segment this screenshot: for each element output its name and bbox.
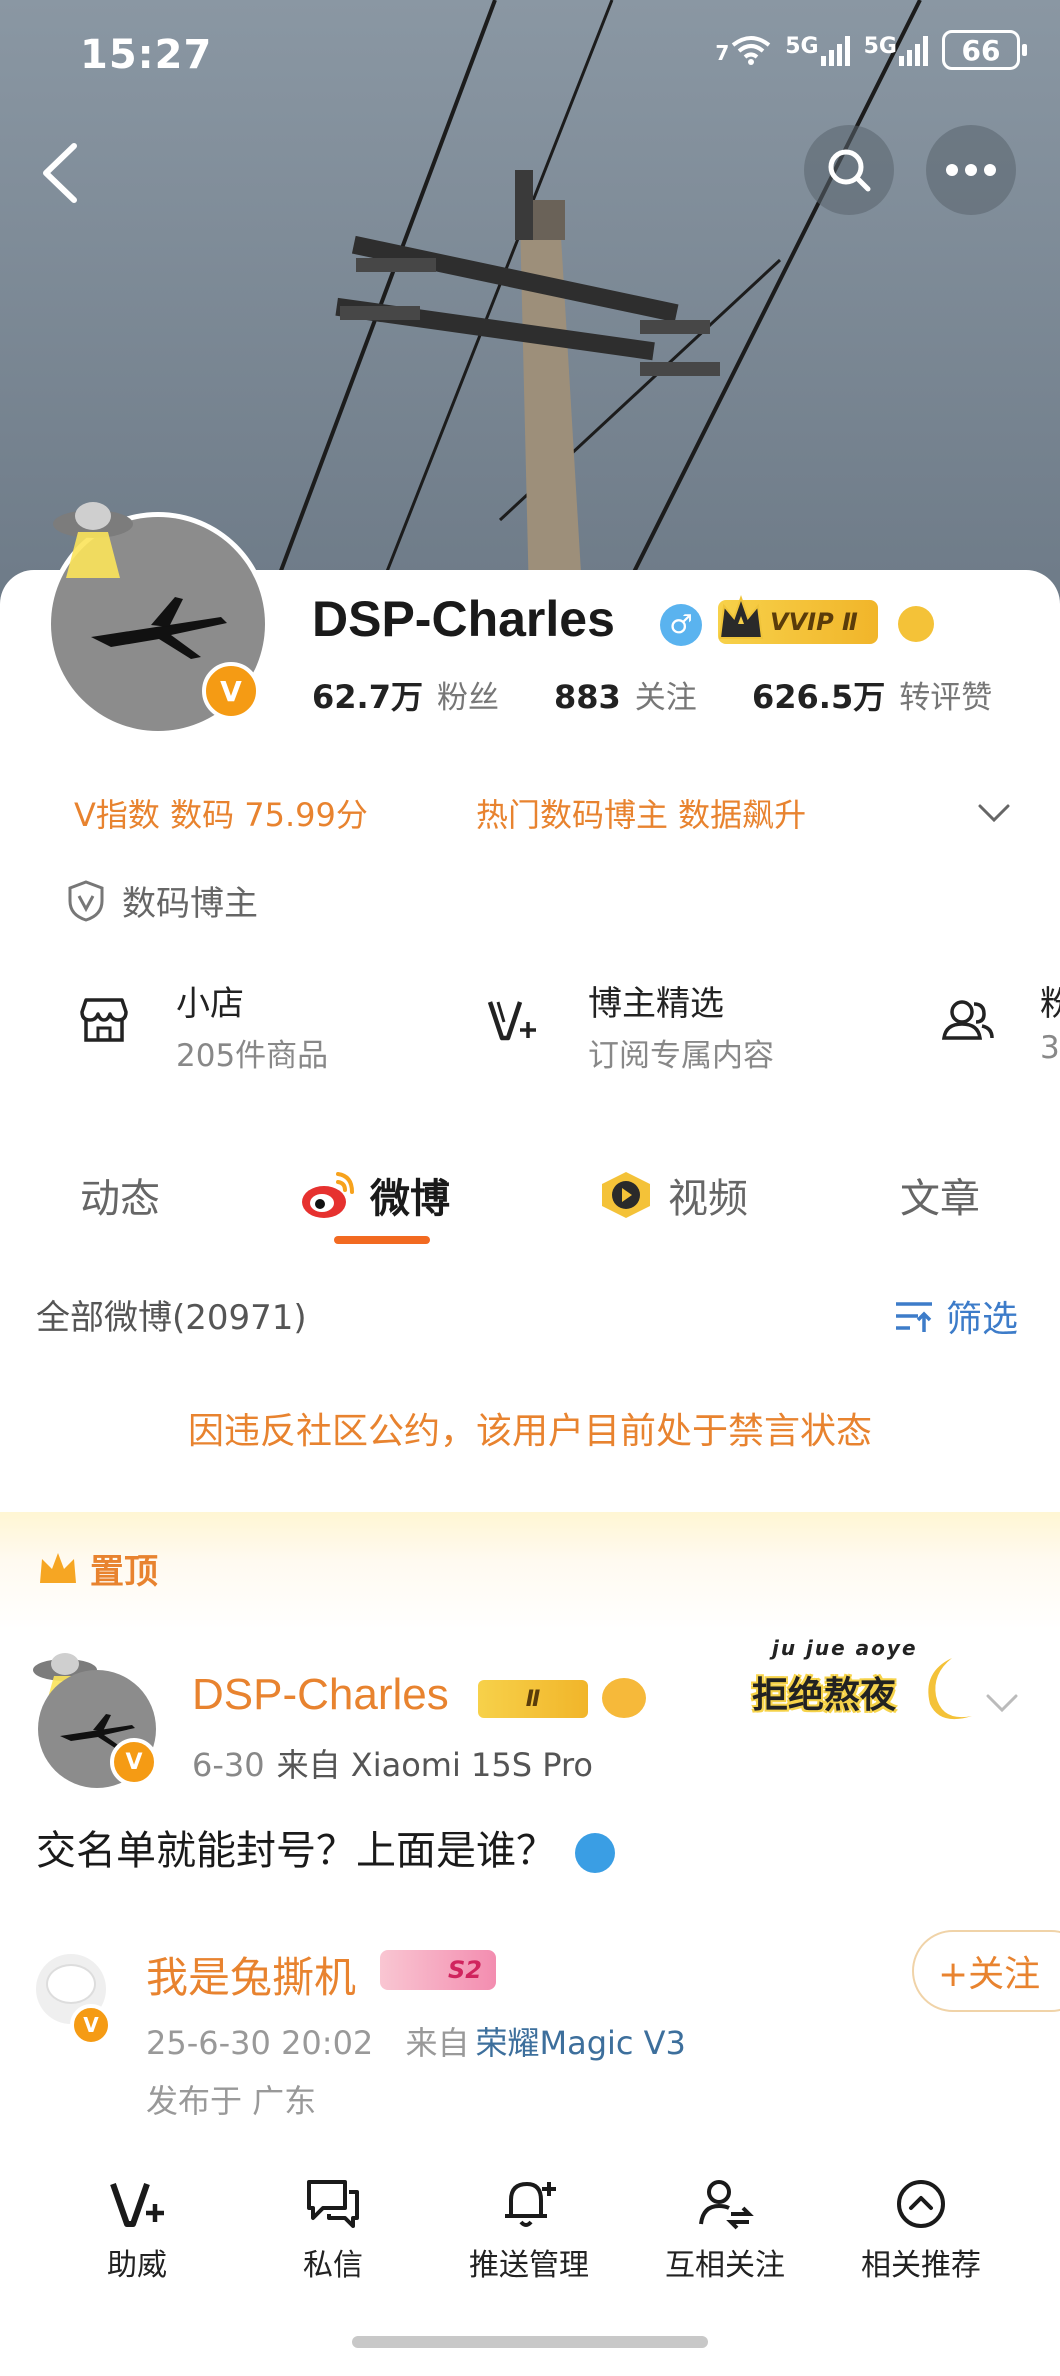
- status-icons: 7 5G 5G 66: [715, 30, 1027, 70]
- chevron-left-icon: [43, 143, 77, 203]
- related-recommend-button[interactable]: 相关推荐: [826, 2174, 1016, 2284]
- signal-icon-1: 5G: [785, 34, 850, 66]
- post-meta: 6-30 来自 Xiaomi 15S Pro: [192, 1746, 594, 1784]
- chevron-up-circle-icon: [897, 2180, 945, 2228]
- shield-v-icon: [68, 879, 104, 922]
- post-author-badge: Ⅱ: [478, 1680, 588, 1718]
- hot-blogger-tag[interactable]: 热门数码博主 数据飙升: [476, 790, 806, 836]
- crown-icon: [40, 1552, 76, 1583]
- post-text[interactable]: 交名单就能封号？上面是谁？: [36, 1818, 615, 1876]
- tab-weibo[interactable]: 微博: [300, 1166, 450, 1224]
- message-button[interactable]: 私信: [238, 2174, 428, 2284]
- filter-button[interactable]: 筛选: [892, 1290, 1018, 1342]
- tab-dynamic[interactable]: 动态: [80, 1166, 160, 1224]
- service-fans-group[interactable]: 粉 3: [940, 972, 1060, 1082]
- bell-plus-icon: [505, 2182, 556, 2227]
- push-settings-button[interactable]: 推送管理: [434, 2174, 624, 2284]
- fans-group-icon: [941, 1000, 994, 1040]
- fans-stat[interactable]: 62.7万 粉丝: [312, 672, 499, 718]
- back-button[interactable]: [36, 138, 84, 208]
- signal-icon-2: 5G: [864, 34, 928, 66]
- profile-tabs: 动态 微博 视频 文章: [0, 1160, 1060, 1240]
- pufferfish-icon: [602, 1678, 646, 1718]
- search-icon: [828, 149, 871, 192]
- active-tab-indicator: [334, 1236, 430, 1244]
- services-row: 小店 205件商品 博主精选 订阅专属内容 粉 3: [0, 972, 1060, 1082]
- home-indicator[interactable]: [352, 2336, 708, 2348]
- post-verified-badge: V: [110, 1738, 158, 1786]
- comment-location: 发布于 广东: [146, 2082, 317, 2120]
- v-plus-icon: [110, 2183, 164, 2227]
- pinned-label: 置顶: [36, 1544, 158, 1593]
- interactions-stat[interactable]: 626.5万 转评赞: [752, 672, 992, 718]
- tab-video[interactable]: 视频: [598, 1166, 748, 1224]
- battery-icon: 66: [942, 30, 1027, 70]
- gender-male-icon: ♂: [660, 604, 702, 646]
- search-button[interactable]: [804, 125, 894, 215]
- store-icon: [80, 998, 128, 1042]
- comment-author[interactable]: 我是兔撕机: [146, 1944, 356, 2005]
- service-blogger-picks[interactable]: 博主精选 订阅专属内容: [484, 972, 884, 1082]
- profile-tagline: 数码博主: [66, 876, 258, 925]
- comment-meta: 25-6-30 20:02 来自 荣耀Magic V3: [146, 2024, 686, 2062]
- v-plus-icon: [487, 1001, 536, 1041]
- comment-verified-badge: V: [70, 2004, 112, 2046]
- status-time: 15:27: [80, 32, 213, 78]
- chevron-down-icon[interactable]: [976, 794, 1012, 830]
- profile-name: DSP-Charles: [312, 591, 615, 647]
- pinned-band: [0, 1512, 1060, 1632]
- all-posts-count[interactable]: 全部微博(20971): [36, 1290, 307, 1339]
- ban-notice: 因违反社区公约，该用户目前处于禁言状态: [187, 1411, 872, 1452]
- filter-icon: [896, 1302, 932, 1332]
- more-button[interactable]: [926, 125, 1016, 215]
- follow-button[interactable]: +关注: [912, 1930, 1060, 2012]
- tab-articles[interactable]: 文章: [900, 1166, 980, 1224]
- weibo-logo-icon: [302, 1172, 354, 1218]
- status-bar: 15:27 7 5G 5G 66: [0, 0, 1060, 110]
- no-staying-up-sticker: ju jue aoye 拒绝熬夜: [752, 1636, 992, 1732]
- comment-level-badge: S2: [380, 1950, 496, 1990]
- post-author[interactable]: DSP-Charles: [192, 1670, 449, 1720]
- ufo-icon: [53, 502, 133, 578]
- message-icon: [307, 2180, 359, 2228]
- chevron-down-icon[interactable]: [984, 1684, 1020, 1720]
- wifi-icon: 7: [715, 35, 771, 65]
- following-stat[interactable]: 883 关注: [554, 672, 697, 717]
- mutual-follow-icon: [699, 2180, 754, 2230]
- mutual-follow-button[interactable]: 互相关注: [630, 2174, 820, 2284]
- more-icon: [946, 164, 996, 176]
- cheer-button[interactable]: 助威: [42, 2174, 232, 2284]
- doraemon-emoji-icon: [574, 1833, 615, 1873]
- moon-icon: [928, 1658, 972, 1720]
- video-play-icon: [602, 1172, 650, 1218]
- crown-icon: [718, 594, 764, 639]
- comment-avatar[interactable]: V: [36, 1934, 112, 2050]
- lock-badge-icon: [898, 606, 934, 642]
- service-store[interactable]: 小店 205件商品: [76, 972, 416, 1082]
- verified-badge: V: [202, 662, 260, 720]
- v-index[interactable]: V指数 数码 75.99分: [74, 790, 368, 836]
